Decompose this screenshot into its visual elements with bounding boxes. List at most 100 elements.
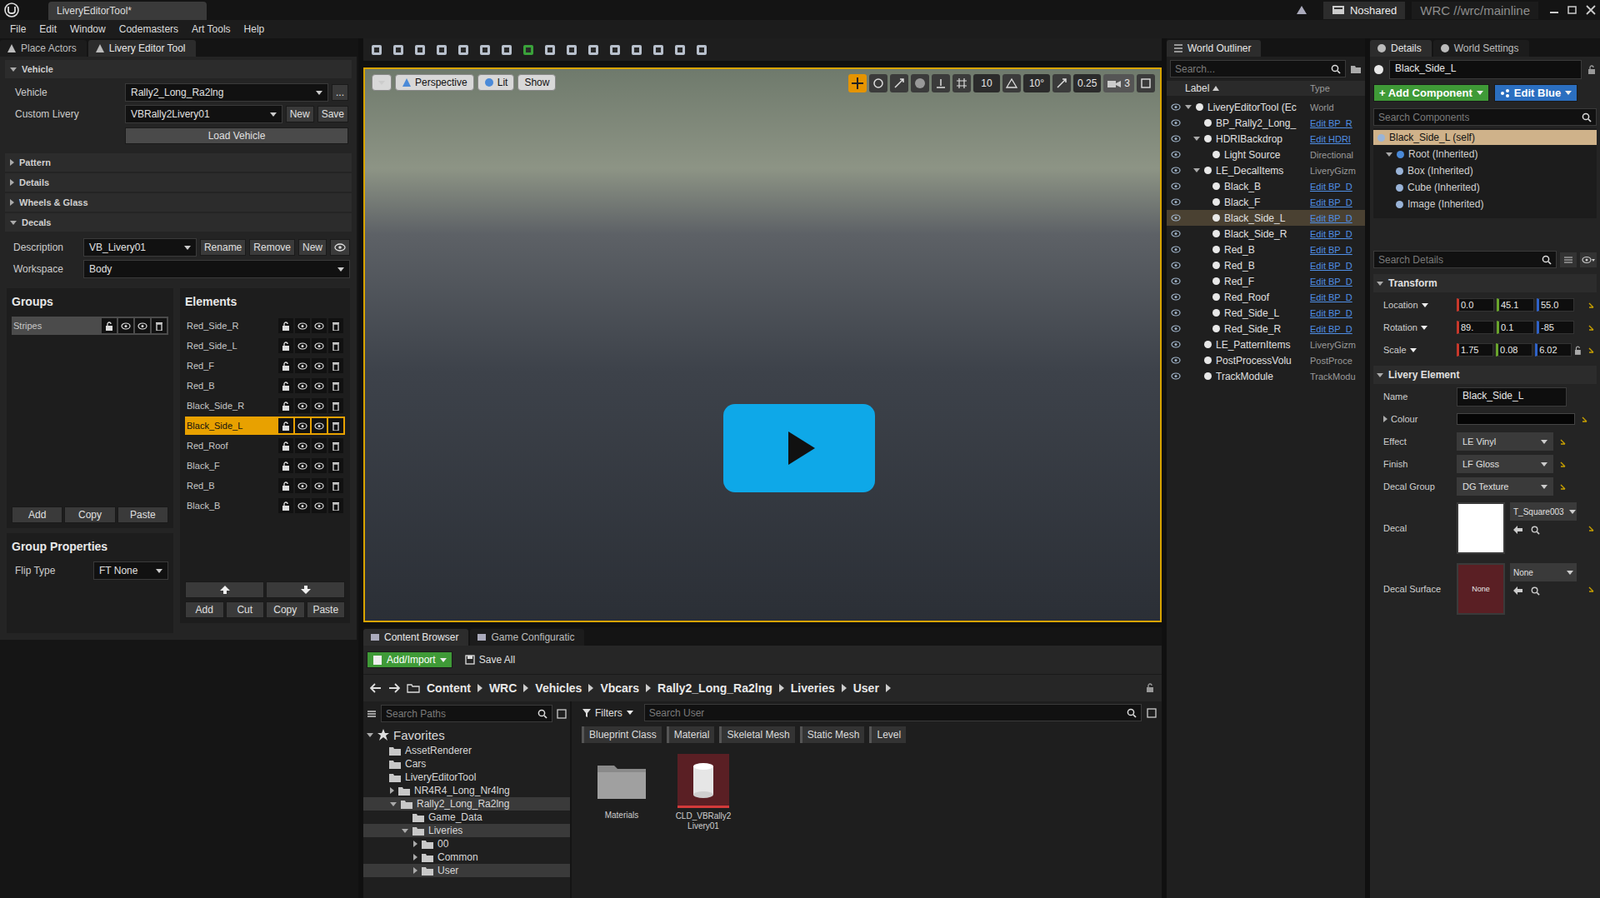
filter-chip[interactable]: Material <box>666 726 715 744</box>
toolbar-tool-icon[interactable] <box>565 43 580 57</box>
save-all-button[interactable]: Save All <box>459 651 521 669</box>
livery-button[interactable]: New <box>285 105 315 123</box>
actor-type[interactable]: Edit HDRI <box>1310 134 1365 145</box>
actor-type[interactable]: Edit BP_D <box>1310 308 1365 319</box>
eye-icon[interactable] <box>311 418 327 434</box>
outliner-row[interactable]: LE_DecalItemsLiveryGizm <box>1166 162 1365 179</box>
rotate-icon[interactable] <box>869 74 888 93</box>
lock-icon[interactable] <box>1145 683 1155 694</box>
trash-icon[interactable] <box>328 378 344 394</box>
breadcrumb-item[interactable]: User <box>853 681 880 695</box>
view-options-icon[interactable] <box>1580 252 1597 268</box>
reset-icon[interactable] <box>1556 460 1569 469</box>
number-field[interactable]: 0.0 <box>1456 298 1495 312</box>
visibility-toggle[interactable] <box>1166 182 1185 190</box>
eye-icon[interactable] <box>118 318 134 334</box>
visibility-toggle[interactable] <box>1166 119 1185 127</box>
number-field[interactable]: -85 <box>1536 320 1575 335</box>
component-row[interactable]: Box (Inherited) <box>1373 163 1597 179</box>
close-icon[interactable] <box>1581 2 1600 18</box>
texture-thumbnail[interactable]: None <box>1456 563 1505 615</box>
element-row[interactable]: Red_Roof <box>185 436 345 455</box>
category-header[interactable]: Livery Element <box>1373 365 1597 385</box>
browse-icon[interactable] <box>1530 525 1540 535</box>
actor-type[interactable]: Edit BP_D <box>1310 260 1365 271</box>
category-header[interactable]: Transform <box>1373 274 1597 293</box>
property-dropdown[interactable]: LF Gloss <box>1456 455 1554 474</box>
element-row[interactable]: Black_B <box>185 496 345 515</box>
actor-type[interactable]: Edit BP_D <box>1310 324 1365 335</box>
eye-icon[interactable] <box>295 318 310 334</box>
eye-icon[interactable] <box>295 338 310 354</box>
surface-snap-icon[interactable] <box>931 74 950 93</box>
add-component-button[interactable]: + Add Component <box>1373 84 1490 102</box>
flip-type-dropdown[interactable]: FT None <box>93 561 169 580</box>
video-play-overlay[interactable] <box>723 404 875 493</box>
component-row[interactable]: Cube (Inherited) <box>1373 180 1597 195</box>
forward-icon[interactable] <box>388 683 400 694</box>
panel-tab[interactable]: World Outliner <box>1166 40 1261 57</box>
add-import-button[interactable]: Add/Import <box>366 651 453 669</box>
move-down-button[interactable] <box>265 581 345 599</box>
filters-button[interactable]: Filters <box>576 705 640 722</box>
lit-button[interactable]: Lit <box>477 74 515 91</box>
eye-icon[interactable] <box>311 438 327 454</box>
section-header[interactable]: Details <box>5 173 352 192</box>
lock-icon[interactable] <box>278 338 294 354</box>
browse-icon[interactable] <box>1530 586 1540 596</box>
folder-tree-item[interactable]: LiveryEditorTool <box>363 770 570 785</box>
property-label[interactable]: Location <box>1373 300 1454 310</box>
group-action-button[interactable]: Add <box>11 506 63 524</box>
outliner-row[interactable]: BP_Rally2_Long_Edit BP_R <box>1166 115 1365 131</box>
lock-icon[interactable] <box>278 378 294 394</box>
actor-type[interactable]: Edit BP_D <box>1310 229 1365 240</box>
actor-type[interactable]: Edit BP_D <box>1310 245 1365 255</box>
toolbar-tool-icon[interactable] <box>586 43 602 57</box>
menu-item[interactable]: Edit <box>32 21 64 37</box>
list-icon[interactable] <box>366 709 377 720</box>
edit-blueprint-button[interactable]: Edit Blue <box>1494 84 1578 102</box>
visibility-toggle[interactable] <box>1166 166 1185 175</box>
eye-icon[interactable] <box>295 478 310 494</box>
lock-icon[interactable] <box>278 498 294 514</box>
trash-icon[interactable] <box>328 418 344 434</box>
toolbar-tool-icon[interactable] <box>500 43 515 57</box>
visibility-toggle[interactable] <box>1166 340 1185 349</box>
filter-chip[interactable]: Skeletal Mesh <box>719 726 795 744</box>
element-action-button[interactable]: Copy <box>265 601 305 619</box>
breadcrumb-item[interactable]: Rally2_Long_Ra2lng <box>657 681 773 695</box>
element-row[interactable]: Red_Side_L <box>185 336 345 355</box>
trash-icon[interactable] <box>328 438 344 454</box>
toolbar-tool-icon[interactable] <box>673 43 689 57</box>
property-dropdown[interactable]: LE Vinyl <box>1456 432 1554 451</box>
expand-arrow-icon[interactable] <box>1383 415 1388 423</box>
outliner-row[interactable]: Red_BEdit BP_D <box>1166 241 1365 258</box>
menu-item[interactable]: File <box>3 21 33 37</box>
translate-icon[interactable] <box>848 74 867 93</box>
description-button[interactable]: Remove <box>249 239 295 256</box>
element-action-button[interactable]: Cut <box>225 601 265 619</box>
group-row[interactable]: Stripes <box>11 316 169 335</box>
eye-icon[interactable] <box>311 498 327 514</box>
vehicle-dropdown[interactable]: Rally2_Long_Ra2lng <box>125 83 329 102</box>
eye-icon[interactable] <box>311 318 327 334</box>
back-icon[interactable] <box>370 683 382 694</box>
outliner-row[interactable]: Red_RoofEdit BP_D <box>1166 289 1365 305</box>
lock-icon[interactable] <box>278 318 294 334</box>
panel-tab[interactable]: Game Configuratic <box>470 629 585 646</box>
actor-type[interactable]: Edit BP_D <box>1310 292 1365 303</box>
panel-tab[interactable]: World Settings <box>1433 40 1530 57</box>
eye-icon[interactable] <box>295 438 310 454</box>
toolbar-tool-icon[interactable] <box>521 43 537 57</box>
grid-snap-icon[interactable] <box>952 74 971 93</box>
element-row[interactable]: Red_B <box>185 476 345 495</box>
color-swatch[interactable] <box>1456 413 1575 425</box>
breadcrumb-item[interactable]: WRC <box>489 681 517 695</box>
outliner-row[interactable]: PostProcessVoluPostProce <box>1166 352 1365 369</box>
description-button[interactable]: Rename <box>200 239 246 256</box>
visibility-toggle[interactable] <box>1166 277 1185 285</box>
folder-tree-item[interactable]: Common <box>363 850 570 865</box>
folder-tree-item[interactable]: Liveries <box>363 824 570 838</box>
visibility-button[interactable] <box>330 239 350 256</box>
section-header[interactable]: Decals <box>5 213 352 232</box>
